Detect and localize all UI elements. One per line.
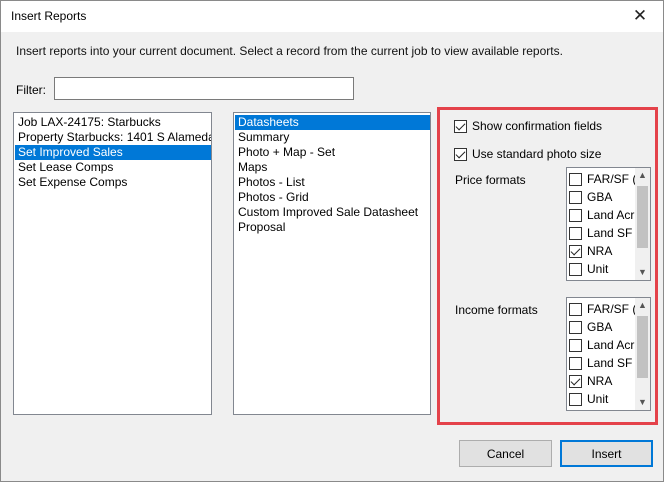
show-confirmation-label: Show confirmation fields xyxy=(472,119,603,133)
income-format-item[interactable]: FAR/SF (I xyxy=(569,300,635,318)
price-formats-label: Price formats xyxy=(455,173,526,187)
price-format-item-checkbox[interactable] xyxy=(569,262,582,276)
record-list-item[interactable]: Job LAX-24175: Starbucks xyxy=(15,115,211,130)
standard-photo-label: Use standard photo size xyxy=(472,147,602,161)
report-list-item[interactable]: Datasheets xyxy=(235,115,430,130)
price-format-item-label: Unit xyxy=(587,262,609,276)
report-list-item[interactable]: Photos - Grid xyxy=(235,190,430,205)
income-format-item-label: GBA xyxy=(587,320,613,334)
close-icon: ✕ xyxy=(632,6,648,25)
income-format-item-label: Land Acr xyxy=(587,338,635,352)
income-formats-label: Income formats xyxy=(455,303,538,317)
report-list-item[interactable]: Photo + Map - Set xyxy=(235,145,430,160)
price-format-item-checkbox[interactable] xyxy=(569,208,582,222)
income-format-item[interactable]: NRA xyxy=(569,372,635,390)
income-format-item-label: Unit xyxy=(587,392,609,406)
scroll-down-icon[interactable]: ▼ xyxy=(635,265,650,280)
income-format-item[interactable]: Land SF xyxy=(569,354,635,372)
income-format-item-label: FAR/SF (I xyxy=(587,302,635,316)
scroll-up-icon[interactable]: ▲ xyxy=(635,298,650,313)
report-list-item[interactable]: Photos - List xyxy=(235,175,430,190)
price-format-item-checkbox[interactable] xyxy=(569,226,582,240)
price-format-item[interactable]: Land SF xyxy=(569,224,635,242)
price-format-item-label: Land Acr xyxy=(587,208,635,222)
standard-photo-checkbox[interactable] xyxy=(454,147,467,161)
record-list-item[interactable]: Property Starbucks: 1401 S Alameda St xyxy=(15,130,211,145)
filter-label: Filter: xyxy=(16,83,46,97)
price-format-item-checkbox[interactable] xyxy=(569,244,582,258)
price-format-item-label: GBA xyxy=(587,190,613,204)
price-format-item[interactable]: Unit xyxy=(569,260,635,278)
income-format-item[interactable]: Land Acr xyxy=(569,336,635,354)
window-title: Insert Reports xyxy=(11,9,87,23)
close-button[interactable]: ✕ xyxy=(617,1,663,32)
income-formats-list[interactable]: FAR/SF (I GBA Land Acr Land SF NRA Unit ▲ ▼ xyxy=(566,297,651,411)
filter-input[interactable] xyxy=(54,77,354,100)
income-formats-scrollbar[interactable]: ▲ ▼ xyxy=(635,298,650,410)
show-confirmation-option[interactable]: Show confirmation fields xyxy=(454,119,602,133)
record-list-item[interactable]: Set Expense Comps xyxy=(15,175,211,190)
scroll-thumb[interactable] xyxy=(637,316,648,378)
cancel-button[interactable]: Cancel xyxy=(459,440,552,467)
price-format-item-checkbox[interactable] xyxy=(569,172,582,186)
price-format-item-checkbox[interactable] xyxy=(569,190,582,204)
records-list[interactable]: Job LAX-24175: Starbucks Property Starbuc… xyxy=(13,112,212,415)
price-format-item[interactable]: FAR/SF (I xyxy=(569,170,635,188)
record-list-item[interactable]: Set Lease Comps xyxy=(15,160,211,175)
scroll-thumb[interactable] xyxy=(637,186,648,248)
income-format-item-checkbox[interactable] xyxy=(569,338,582,352)
report-list-item[interactable]: Proposal xyxy=(235,220,430,235)
insert-button[interactable]: Insert xyxy=(560,440,653,467)
income-format-item-checkbox[interactable] xyxy=(569,356,582,370)
income-format-item[interactable]: GBA xyxy=(569,318,635,336)
price-format-item-label: NRA xyxy=(587,244,613,258)
report-list-item[interactable]: Summary xyxy=(235,130,430,145)
price-format-item[interactable]: Land Acr xyxy=(569,206,635,224)
price-format-item[interactable]: NRA xyxy=(569,242,635,260)
income-format-item[interactable]: Unit xyxy=(569,390,635,408)
income-format-item-checkbox[interactable] xyxy=(569,302,582,316)
income-format-item-checkbox[interactable] xyxy=(569,374,582,388)
income-format-item-checkbox[interactable] xyxy=(569,392,582,406)
price-format-item-label: FAR/SF (I xyxy=(587,172,635,186)
report-list-item[interactable]: Maps xyxy=(235,160,430,175)
standard-photo-option[interactable]: Use standard photo size xyxy=(454,147,601,161)
report-list-item[interactable]: Custom Improved Sale Datasheet xyxy=(235,205,430,220)
instructions-text: Insert reports into your current documen… xyxy=(16,44,563,58)
show-confirmation-checkbox[interactable] xyxy=(454,119,467,133)
scroll-down-icon[interactable]: ▼ xyxy=(635,395,650,410)
price-formats-list[interactable]: FAR/SF (I GBA Land Acr Land SF NRA Unit ▲ ▼ xyxy=(566,167,651,281)
income-format-item-checkbox[interactable] xyxy=(569,320,582,334)
price-format-item-label: Land SF xyxy=(587,226,633,240)
reports-list[interactable]: Datasheets Summary Photo + Map - Set Maps Ph… xyxy=(233,112,431,415)
income-format-item-label: Land SF xyxy=(587,356,633,370)
scroll-up-icon[interactable]: ▲ xyxy=(635,168,650,183)
income-format-item-label: NRA xyxy=(587,374,613,388)
price-format-item[interactable]: GBA xyxy=(569,188,635,206)
title-bar: Insert Reports ✕ xyxy=(1,1,663,32)
insert-reports-dialog: Insert Reports ✕ Insert reports into you… xyxy=(0,0,664,482)
price-formats-scrollbar[interactable]: ▲ ▼ xyxy=(635,168,650,280)
record-list-item[interactable]: Set Improved Sales xyxy=(15,145,211,160)
